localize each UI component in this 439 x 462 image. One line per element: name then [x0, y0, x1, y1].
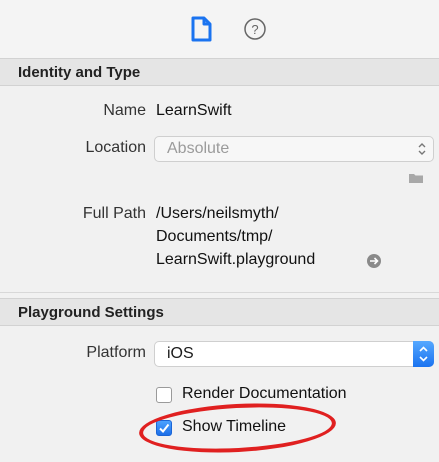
- name-label: Name: [103, 102, 146, 119]
- updown-chevron-icon: [418, 143, 426, 155]
- file-inspector-icon[interactable]: [189, 15, 215, 43]
- help-icon[interactable]: ?: [242, 15, 268, 43]
- full-path-label: Full Path: [82, 205, 146, 222]
- location-value: Absolute: [167, 140, 230, 157]
- identity-section-header: Identity and Type: [0, 58, 439, 86]
- section-divider: [0, 292, 439, 293]
- full-path-line-1: /Users/neilsmyth/: [156, 205, 279, 222]
- render-documentation-checkbox[interactable]: [156, 387, 172, 403]
- render-documentation-label[interactable]: Render Documentation: [182, 385, 347, 403]
- full-path-line-3: LearnSwift.playground: [156, 251, 316, 268]
- folder-icon[interactable]: [408, 172, 424, 184]
- location-label: Location: [85, 139, 147, 156]
- location-popup[interactable]: Absolute: [154, 136, 434, 162]
- platform-popup[interactable]: iOS: [154, 341, 434, 367]
- inspector-toolbar: ?: [0, 0, 439, 59]
- name-value[interactable]: LearnSwift: [156, 102, 232, 120]
- playground-settings-header: Playground Settings: [0, 298, 439, 326]
- svg-text:?: ?: [251, 22, 258, 37]
- platform-label: Platform: [86, 344, 146, 361]
- platform-popup-arrows: [413, 341, 434, 367]
- highlight-oval-annotation: [137, 398, 338, 458]
- updown-chevron-icon: [419, 346, 428, 362]
- reveal-in-finder-arrow-icon[interactable]: [366, 253, 382, 269]
- platform-value: iOS: [167, 345, 194, 362]
- full-path-line-2: Documents/tmp/: [156, 228, 273, 245]
